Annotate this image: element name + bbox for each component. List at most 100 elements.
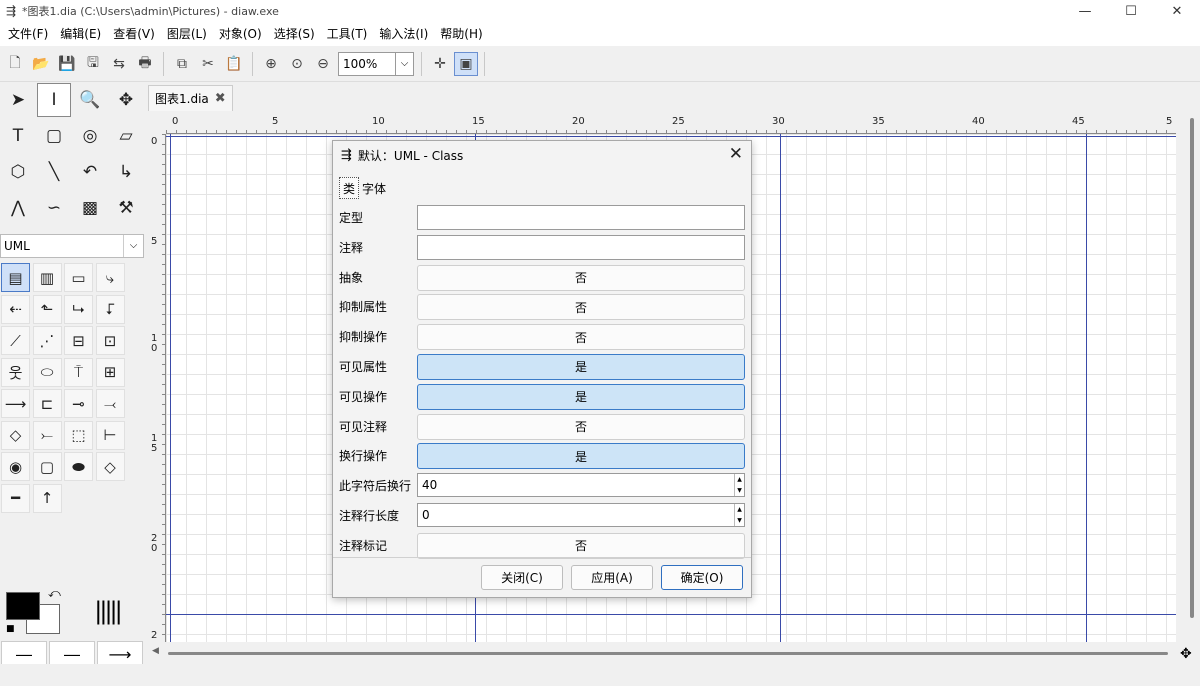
zoom-in-icon[interactable]: ⊕ [259,52,283,76]
wrap-operations-toggle[interactable]: 是 [417,443,745,470]
comment-input[interactable] [417,234,745,260]
text-tool-icon[interactable]: T [1,119,35,153]
image-tool-icon[interactable]: ▩ [73,191,107,225]
abstract-toggle[interactable]: 否 [417,264,745,291]
box-tool-icon[interactable]: ▢ [37,119,71,153]
uml-actor-icon[interactable]: 웃 [1,357,30,387]
wrap-after-char-spinbox[interactable]: 40 ▲ ▼ [417,473,745,498]
reset-colors-icon[interactable]: ■ [6,624,15,634]
close-window-button[interactable]: ✕ [1154,0,1200,22]
pointer-tool-icon[interactable]: ➤ [1,83,35,117]
uml-class-icon[interactable]: ▤ [1,263,30,292]
copy-icon[interactable]: ⧉ [170,52,194,76]
uml-activity-icon[interactable]: ⬬ [64,452,93,481]
uml-realizes-icon[interactable]: ⇠ [1,294,30,324]
line-width-icon[interactable]: ||||| [86,590,128,632]
menu-file[interactable]: 文件(F) [2,22,54,46]
snap-to-grid-icon[interactable]: ✛ [428,52,452,76]
uml-message-icon[interactable]: ⟶ [1,389,30,418]
menu-objects[interactable]: 对象(O) [213,22,268,46]
swap-colors-icon[interactable]: ⤺ [48,586,61,601]
horizontal-scroll-thumb[interactable] [168,652,1168,655]
uml-branch-icon[interactable]: ⊢ [95,420,125,450]
scroll-left-icon[interactable]: ◀ [152,646,159,656]
uml-large-package-icon[interactable]: ⊟ [64,326,93,355]
menu-select[interactable]: 选择(S) [268,22,321,46]
open-file-icon[interactable]: 📂 [29,52,53,76]
polyline-tool-icon[interactable]: ⋀ [1,191,35,225]
uml-aggregation-icon[interactable]: ◇ [1,420,30,450]
uml-state-icon[interactable]: ▢ [32,452,62,481]
uml-lifeline-icon[interactable]: ⍑ [64,357,93,387]
uml-component-icon[interactable]: ⊏ [32,389,62,418]
cut-icon[interactable]: ✂ [196,52,220,76]
horizontal-scrollbar[interactable]: ◀ [150,646,1184,660]
zigzag-line-tool-icon[interactable]: ↳ [109,155,143,189]
foreground-color[interactable] [6,592,40,620]
color-selector[interactable]: ⤺ ■ [4,586,64,638]
spin-arrows-icon[interactable]: ▲ ▼ [734,503,744,526]
suppress-operations-toggle[interactable]: 否 [417,324,745,351]
chevron-down-icon[interactable]: ⌵ [123,235,143,257]
uml-fork-bar-icon[interactable]: ━ [1,483,30,513]
arc-tool-icon[interactable]: ↶ [73,155,107,189]
zoom-combobox[interactable]: 100% ⌵ [338,51,414,76]
uml-small-package-icon[interactable]: ⋰ [32,326,62,355]
uml-interface-icon[interactable]: ⊸ [64,389,93,418]
zoom-out-icon[interactable]: ⊖ [311,52,335,76]
scroll-tool-icon[interactable]: ✥ [109,83,143,117]
suppress-attributes-toggle[interactable]: 否 [417,294,745,321]
uml-usecase-icon[interactable]: ⬭ [32,357,62,387]
save-as-icon[interactable]: 🖫 [81,52,105,76]
uml-fork-icon[interactable]: ⤚ [32,420,62,450]
visible-attributes-toggle[interactable]: 是 [417,353,745,380]
uml-note-icon[interactable]: ▭ [64,263,93,292]
vertical-scroll-thumb[interactable] [1190,118,1194,618]
menu-input-methods[interactable]: 输入法(I) [373,22,434,46]
uml-dependency-icon[interactable]: ⤷ [95,263,125,292]
comment-tagging-toggle[interactable]: 否 [417,532,745,559]
uml-object-icon[interactable]: ⊡ [95,326,125,355]
zoom-fit-icon[interactable]: ⊙ [285,52,309,76]
export-icon[interactable]: ⇆ [107,52,131,76]
chevron-down-icon[interactable]: ⌵ [395,52,413,75]
save-icon[interactable]: 💾 [55,52,79,76]
uml-generalization-icon[interactable]: ⬑ [32,294,62,324]
magnify-tool-icon[interactable]: 🔍 [73,83,107,117]
bezier-line-tool-icon[interactable]: ∽ [37,191,71,225]
polygon-tool-icon[interactable]: ▱ [109,119,143,153]
outline-tool-icon[interactable]: ⚒ [109,191,143,225]
uml-constraint-icon[interactable]: ⟋ [1,326,30,355]
beziergon-tool-icon[interactable]: ⬡ [1,155,35,189]
menu-view[interactable]: 查看(V) [107,22,161,46]
tab-class[interactable]: 类 [339,177,360,199]
close-button[interactable]: 关闭(C) [481,565,563,590]
navigator-icon[interactable]: ✥ [1180,646,1192,662]
uml-association-icon[interactable]: ⮡ [64,294,93,324]
apply-button[interactable]: 应用(A) [571,565,653,590]
minimize-button[interactable]: — [1062,0,1108,22]
tab-font[interactable]: 字体 [359,177,389,199]
new-file-icon[interactable]: 🗋 [3,52,27,76]
tab-diagram[interactable]: 图表1.dia ✖ [148,85,233,111]
comment-line-length-spinbox[interactable]: 0 ▲ ▼ [417,502,745,527]
uml-template-class-icon[interactable]: ▥ [32,263,62,292]
visible-comments-toggle[interactable]: 否 [417,413,745,440]
menu-help[interactable]: 帮助(H) [434,22,488,46]
uml-state-end-icon[interactable]: ◉ [1,452,30,481]
menu-tools[interactable]: 工具(T) [321,22,374,46]
ok-button[interactable]: 确定(O) [661,565,743,590]
menu-edit[interactable]: 编辑(E) [54,22,107,46]
spin-arrows-icon[interactable]: ▲ ▼ [734,474,744,497]
uml-object-box-icon[interactable]: ⊞ [95,357,125,387]
uml-transition-icon[interactable]: ↑ [32,483,62,513]
uml-node-icon[interactable]: ⬚ [64,420,93,450]
maximize-button[interactable]: ☐ [1108,0,1154,22]
menu-layers[interactable]: 图层(L) [161,22,213,46]
print-icon[interactable]: 🖶 [133,52,157,76]
sheet-selector[interactable]: UML ⌵ [0,234,144,258]
uml-implements-icon[interactable]: ⮦ [95,294,125,324]
stereotype-input[interactable] [417,205,745,230]
line-tool-icon[interactable]: ╲ [37,155,71,189]
uml-decision-icon[interactable]: ◇ [95,452,125,481]
